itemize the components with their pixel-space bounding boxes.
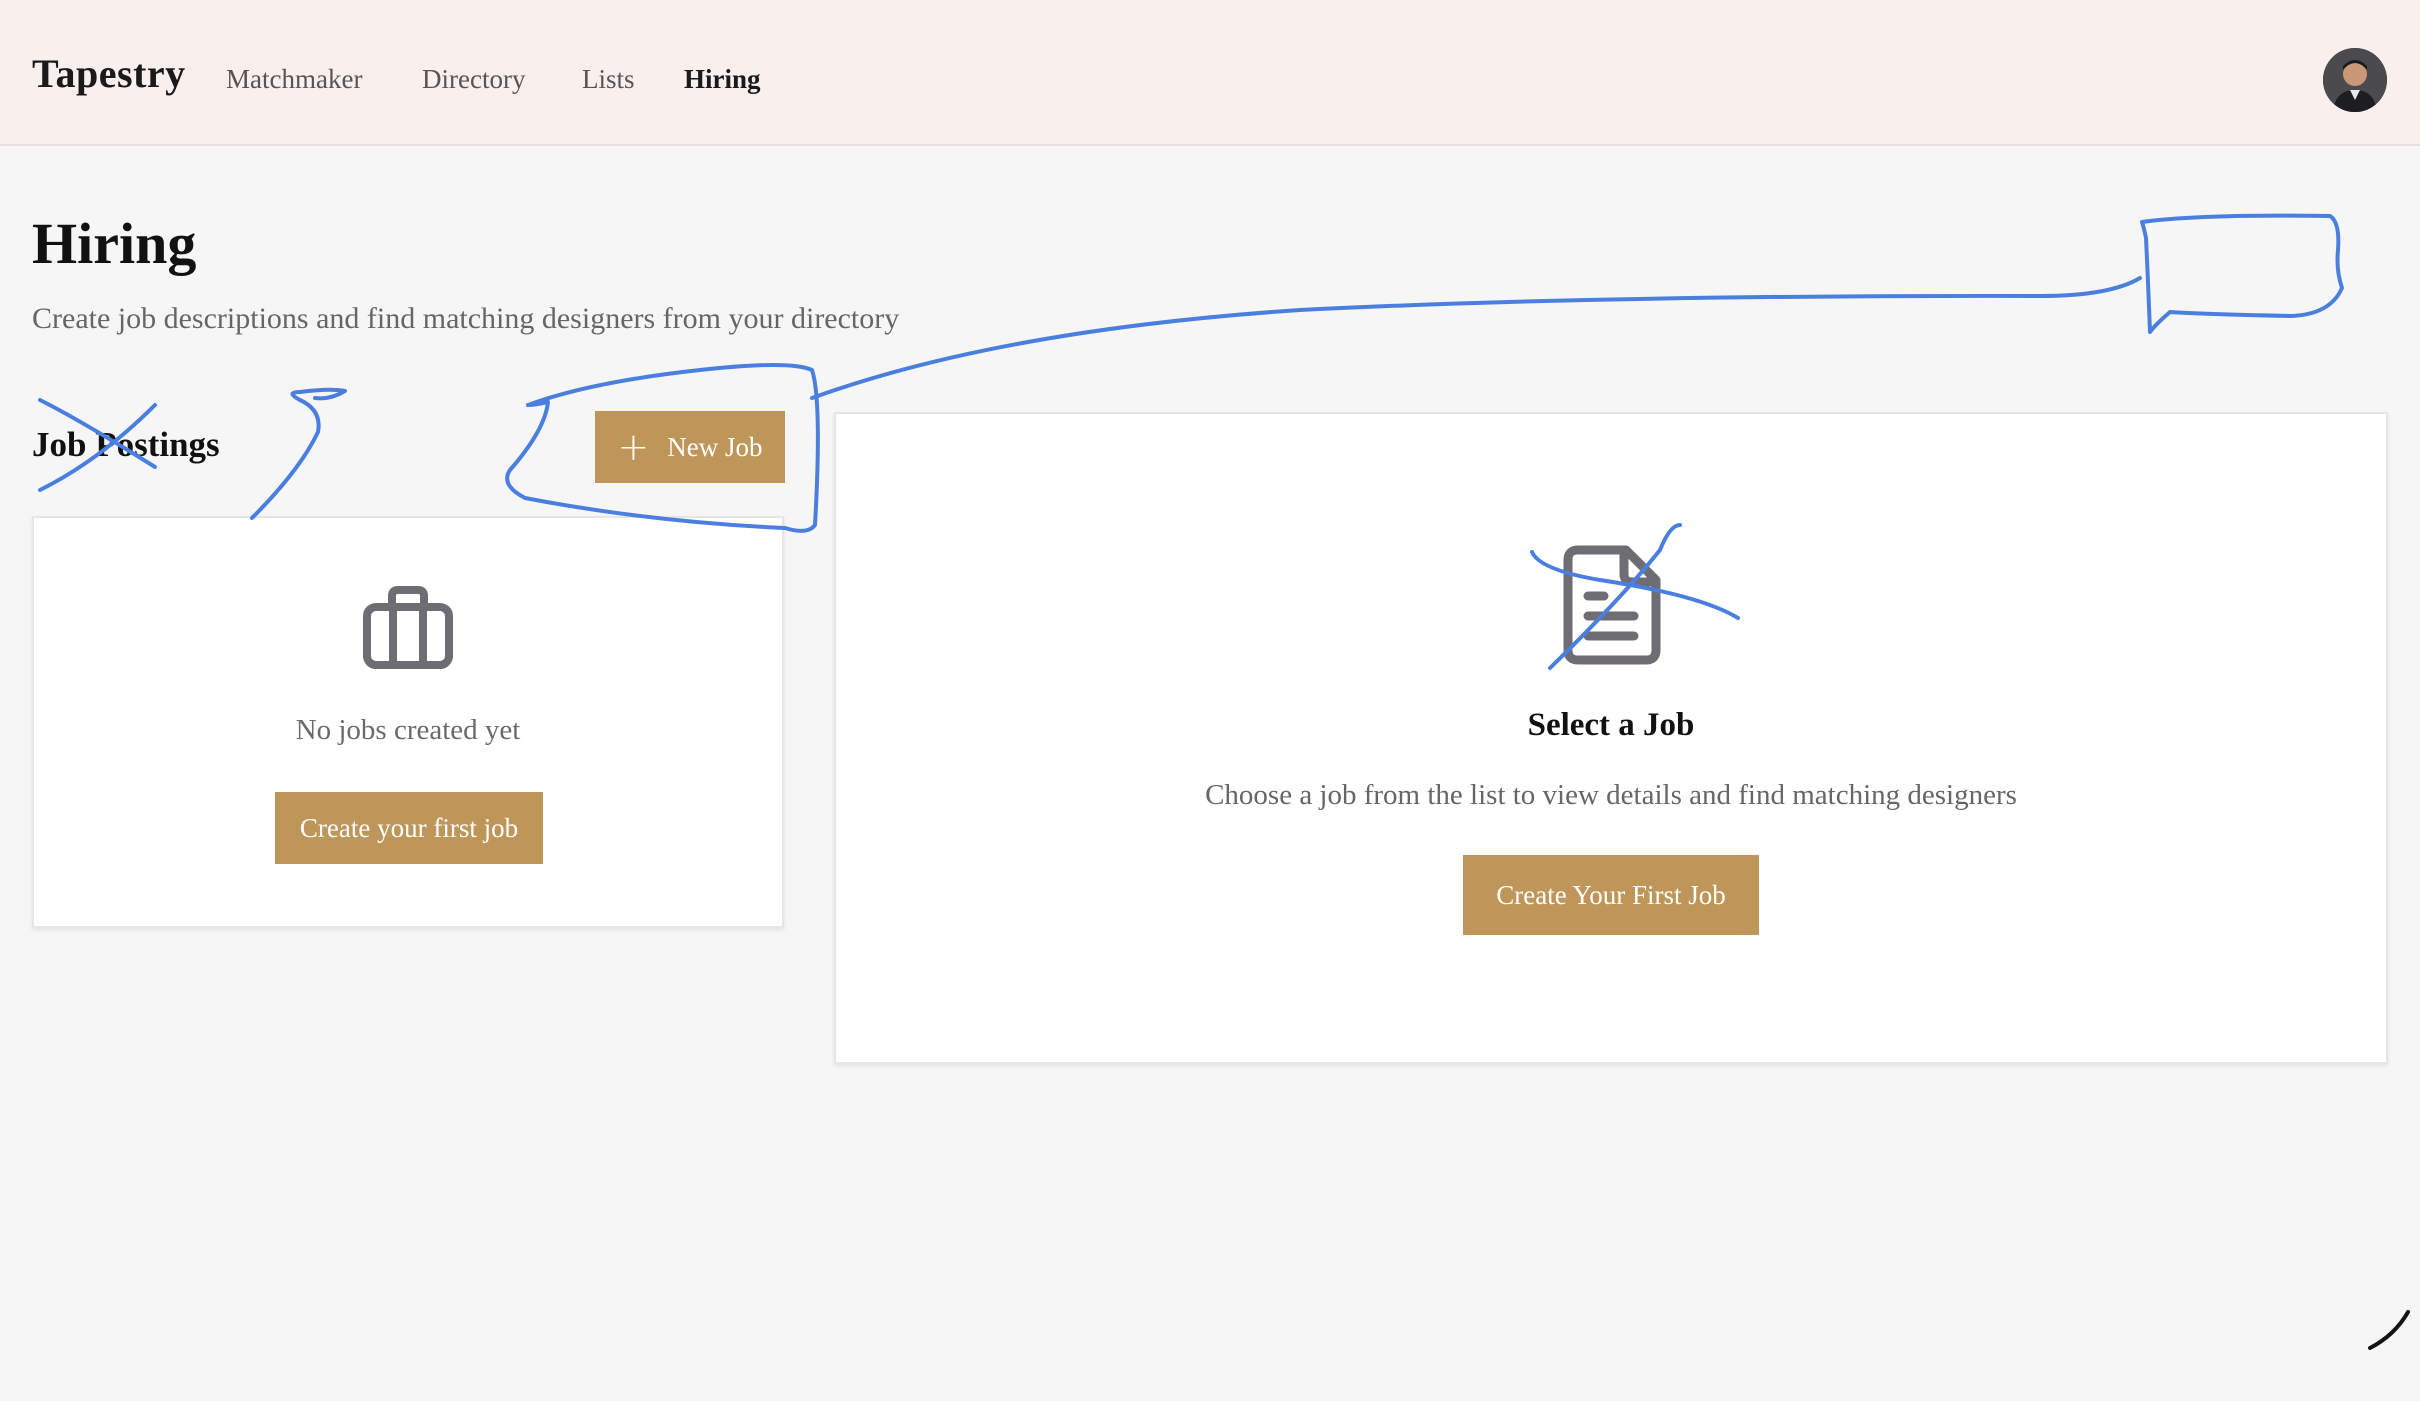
document-icon <box>1563 545 1661 665</box>
page-title: Hiring <box>32 211 197 276</box>
new-job-label: New Job <box>667 431 763 462</box>
nav-item-lists[interactable]: Lists <box>582 64 635 95</box>
annotation-box-stroke <box>2140 213 2344 334</box>
page-subtitle: Create job descriptions and find matchin… <box>32 302 900 335</box>
annotation-corner-stroke <box>2368 1310 2410 1350</box>
plus-icon: + <box>617 425 650 469</box>
brand-logo[interactable]: Tapestry <box>32 50 186 97</box>
top-navigation-bar: Tapestry Matchmaker Directory Lists Hiri… <box>0 0 2420 146</box>
nav-item-directory[interactable]: Directory <box>422 64 525 95</box>
avatar-portrait <box>2323 48 2387 112</box>
create-first-job-button[interactable]: Create your first job <box>275 792 543 864</box>
annotation-connector-stroke <box>810 276 2142 400</box>
briefcase-icon <box>363 586 453 669</box>
create-first-job-button-large[interactable]: Create Your First Job <box>1463 855 1759 935</box>
nav-item-matchmaker[interactable]: Matchmaker <box>226 64 362 95</box>
user-avatar[interactable] <box>2323 48 2387 112</box>
nav-item-hiring[interactable]: Hiring <box>684 64 761 95</box>
select-job-title: Select a Job <box>1527 707 1695 743</box>
select-job-description: Choose a job from the list to view detai… <box>1205 779 2017 811</box>
job-postings-heading: Job Postings <box>32 425 220 464</box>
empty-jobs-text: No jobs created yet <box>295 714 521 746</box>
annotation-hook-stroke <box>250 387 347 520</box>
new-job-button[interactable]: + New Job <box>595 411 785 483</box>
